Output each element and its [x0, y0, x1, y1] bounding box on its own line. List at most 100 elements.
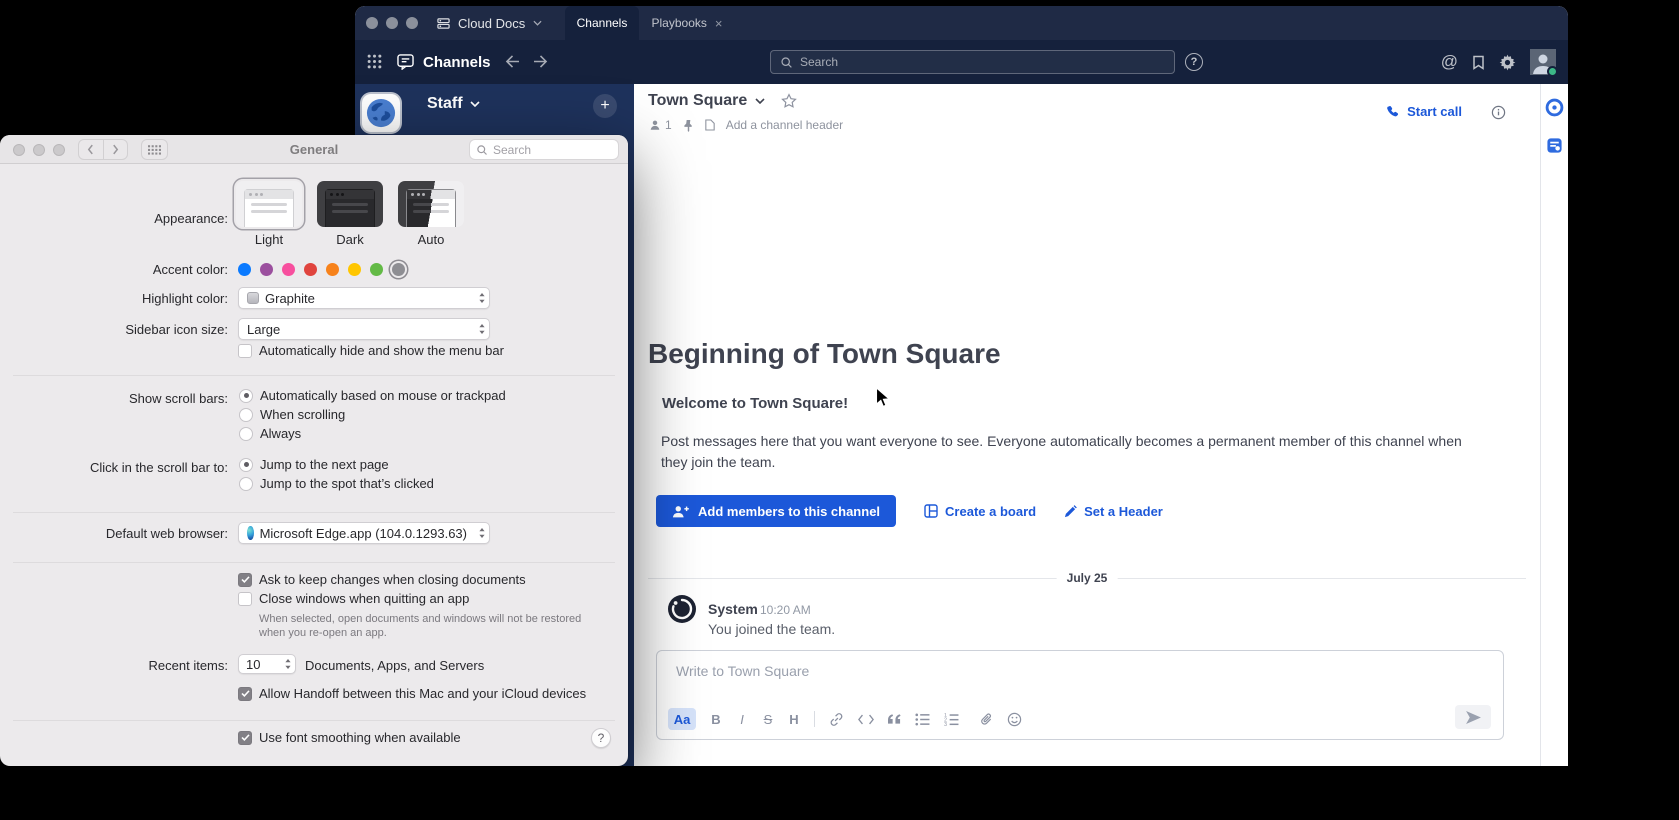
- scrollbars-when-scrolling-radio[interactable]: [239, 408, 253, 422]
- recent-items-popup[interactable]: 10: [238, 654, 296, 674]
- message-author[interactable]: System: [708, 601, 758, 617]
- sidebar-icon-size-popup[interactable]: Large: [238, 318, 490, 340]
- strikethrough-button[interactable]: S: [762, 712, 774, 727]
- team-name-menu[interactable]: Staff: [427, 95, 480, 113]
- appearance-option-auto[interactable]: [398, 181, 464, 227]
- product-switcher[interactable]: Channels: [397, 40, 491, 84]
- system-avatar: [668, 595, 696, 623]
- accent-swatch-green[interactable]: [370, 263, 383, 276]
- help-button[interactable]: ?: [591, 728, 611, 748]
- create-board-button[interactable]: Create a board: [924, 504, 1036, 519]
- scrollbars-always-radio[interactable]: [239, 427, 253, 441]
- saved-posts-icon[interactable]: [1472, 55, 1485, 70]
- accent-swatch-graphite-selected[interactable]: [392, 263, 405, 276]
- close-window-button[interactable]: [366, 17, 378, 29]
- titlebar: Cloud Docs Channels Playbooks ×: [355, 6, 1568, 40]
- close-tab-icon[interactable]: ×: [715, 16, 723, 31]
- appearance-light-label: Light: [236, 232, 302, 247]
- default-browser-value: Microsoft Edge.app (104.0.1293.63): [260, 526, 467, 541]
- forward-button[interactable]: [533, 55, 548, 68]
- attachment-icon[interactable]: [980, 712, 993, 727]
- window-controls[interactable]: [366, 17, 418, 29]
- tab-playbooks[interactable]: Playbooks ×: [643, 6, 731, 40]
- scroll-click-next-page-radio[interactable]: [239, 458, 253, 472]
- accent-swatch-purple[interactable]: [260, 263, 273, 276]
- scrollbars-auto-radio[interactable]: [239, 389, 253, 403]
- add-channel-button[interactable]: +: [593, 94, 617, 118]
- back-button[interactable]: [79, 140, 104, 159]
- handoff-label: Allow Handoff between this Mac and your …: [259, 686, 586, 701]
- members-button[interactable]: 1: [649, 118, 672, 132]
- popup-stepper-icon: [478, 319, 486, 339]
- formatting-toggle-button[interactable]: Aa: [668, 708, 696, 730]
- channel-name[interactable]: Town Square: [648, 92, 747, 110]
- forward-button[interactable]: [104, 140, 128, 159]
- scrollbars-always-label: Always: [260, 426, 301, 441]
- add-members-button[interactable]: Add members to this channel: [656, 495, 896, 527]
- playbooks-app-icon[interactable]: [1546, 137, 1563, 154]
- accent-swatch-orange[interactable]: [326, 263, 339, 276]
- channel-info-icon[interactable]: [1491, 105, 1506, 120]
- scrollbars-option-when-scrolling: When scrolling: [239, 407, 345, 422]
- link-icon[interactable]: [829, 712, 844, 727]
- appearance-option-light[interactable]: [236, 181, 302, 227]
- quote-icon[interactable]: [888, 714, 901, 724]
- zoom-window-button[interactable]: [406, 17, 418, 29]
- highlight-color-label: Highlight color:: [0, 291, 228, 306]
- ask-keep-changes-row: Ask to keep changes when closing documen…: [238, 572, 526, 587]
- accent-swatch-pink[interactable]: [282, 263, 295, 276]
- date-label[interactable]: July 25: [1057, 571, 1118, 585]
- send-button[interactable]: [1455, 705, 1491, 729]
- set-header-button[interactable]: Set a Header: [1064, 504, 1163, 519]
- minimize-window-button[interactable]: [386, 17, 398, 29]
- emoji-icon[interactable]: [1007, 712, 1022, 727]
- scroll-click-spot-radio[interactable]: [239, 477, 253, 491]
- date-divider: July 25: [648, 578, 1526, 579]
- mentions-icon[interactable]: @: [1441, 52, 1458, 72]
- search-input[interactable]: Search: [770, 50, 1175, 74]
- search-input[interactable]: [493, 143, 603, 157]
- user-avatar[interactable]: [1530, 49, 1556, 75]
- italic-button[interactable]: I: [736, 712, 748, 727]
- accent-swatch-red[interactable]: [304, 263, 317, 276]
- appearance-auto-label: Auto: [398, 232, 464, 247]
- default-browser-popup[interactable]: Microsoft Edge.app (104.0.1293.63): [238, 522, 490, 544]
- pin-icon[interactable]: [683, 119, 694, 132]
- code-icon[interactable]: [858, 714, 874, 725]
- bold-button[interactable]: B: [710, 712, 722, 727]
- close-windows-checkbox[interactable]: [238, 592, 252, 606]
- prefs-search-field[interactable]: [469, 139, 619, 160]
- ordered-list-icon[interactable]: 123: [944, 713, 959, 726]
- heading-button[interactable]: H: [788, 712, 800, 727]
- chevron-down-icon: [533, 20, 542, 26]
- server-dropdown[interactable]: Cloud Docs: [437, 6, 542, 40]
- chevron-down-icon[interactable]: [755, 98, 765, 104]
- handoff-checkbox[interactable]: [238, 687, 252, 701]
- tab-channels[interactable]: Channels: [565, 6, 639, 40]
- highlight-color-popup[interactable]: Graphite: [238, 287, 490, 309]
- back-button[interactable]: [505, 55, 520, 68]
- ask-keep-changes-checkbox[interactable]: [238, 573, 252, 587]
- accent-swatch-yellow[interactable]: [348, 263, 361, 276]
- menubar-autohide-checkbox[interactable]: [238, 344, 252, 358]
- add-channel-header-button[interactable]: Add a channel header: [726, 118, 843, 132]
- boards-app-icon[interactable]: [1545, 98, 1564, 117]
- start-call-button[interactable]: Start call: [1386, 104, 1462, 119]
- scroll-click-spot-row: Jump to the spot that’s clicked: [239, 476, 434, 491]
- file-icon[interactable]: [705, 119, 715, 131]
- help-icon[interactable]: ?: [1185, 53, 1203, 71]
- message-composer[interactable]: Write to Town Square Aa B I S H 123: [656, 650, 1504, 740]
- team-icon-staff[interactable]: [362, 94, 400, 132]
- accent-swatch-blue[interactable]: [238, 263, 251, 276]
- settings-gear-icon[interactable]: [1499, 54, 1516, 71]
- member-count: 1: [665, 118, 672, 132]
- mouse-cursor: [875, 387, 890, 409]
- font-smoothing-checkbox[interactable]: [238, 731, 252, 745]
- bullet-list-icon[interactable]: [915, 713, 930, 726]
- edge-browser-icon: [247, 526, 254, 540]
- show-all-grid-icon[interactable]: [141, 139, 168, 160]
- apps-grid-icon[interactable]: [367, 54, 382, 69]
- appearance-option-dark[interactable]: [317, 181, 383, 227]
- channel-intro-title: Beginning of Town Square: [648, 338, 1001, 370]
- favorite-star-icon[interactable]: [781, 93, 797, 109]
